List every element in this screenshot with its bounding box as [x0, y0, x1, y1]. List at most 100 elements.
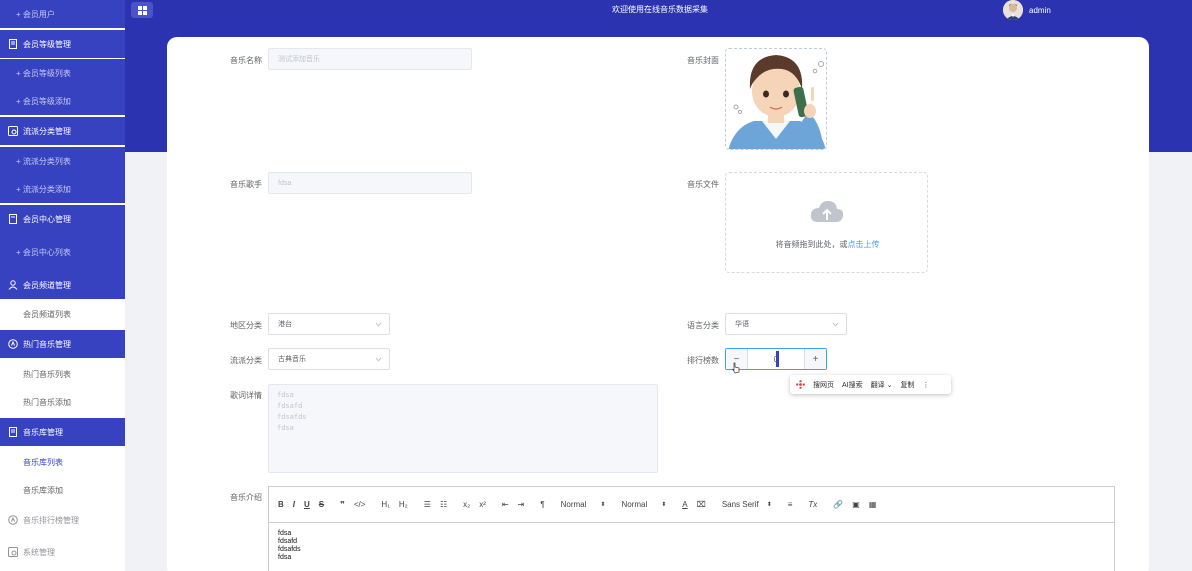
sidebar-item-hot-music-manage[interactable]: 热门音乐管理	[0, 330, 125, 358]
sidebar-item-member-channel-list[interactable]: 会员频道列表	[0, 300, 125, 328]
editor-line: fdsafd	[278, 538, 298, 545]
language-select[interactable]: 华语	[725, 313, 847, 335]
subscript-button[interactable]: x₂	[463, 500, 470, 509]
genre-select[interactable]: 古典音乐	[268, 348, 390, 370]
link-button[interactable]: 🔗	[833, 500, 843, 509]
avatar[interactable]	[1003, 0, 1023, 20]
mouse-pointer-icon	[732, 362, 740, 374]
lyrics-line: fdsafds	[277, 413, 307, 421]
sidebar-item-genre-manage[interactable]: 流派分类管理	[0, 117, 125, 145]
indent-button[interactable]: ⇥	[518, 500, 525, 509]
singer-input[interactable]: fdsa	[268, 172, 472, 194]
lyrics-label: 歌词详情	[230, 391, 262, 400]
sidebar-item-music-library-manage[interactable]: 音乐库管理	[0, 418, 125, 446]
text-direction-button[interactable]: ¶	[540, 500, 544, 509]
sidebar-item-member-center-list[interactable]: + 会员中心列表	[0, 233, 125, 271]
popup-translate[interactable]: 翻译 ⌄	[871, 380, 893, 390]
music-file-dropzone[interactable]: 将音频拖到此处，或点击上传	[725, 172, 928, 273]
upload-hint: 将音频拖到此处，或点击上传	[726, 239, 929, 250]
ordered-list-button[interactable]: ☰	[424, 500, 431, 509]
language-select-value: 华语	[735, 321, 749, 328]
sidebar-item-system-manage[interactable]: 系统管理	[0, 538, 125, 566]
sidebar-item-ranking-manage[interactable]: 音乐排行榜管理	[0, 506, 125, 534]
intro-rich-editor[interactable]: B I U S ❞ </> H₁ H₂ ☰ ☷ x₂ x² ⇤ ⇥ ¶ Norm…	[268, 486, 1115, 571]
superscript-button[interactable]: x²	[479, 500, 486, 509]
sidebar-item-label: + 会员等级列表	[16, 68, 71, 78]
font-select[interactable]: Sans Serif ⬍	[722, 500, 772, 509]
font-color-button[interactable]: A	[682, 500, 687, 509]
popup-search-web[interactable]: 搜网页	[813, 380, 834, 390]
music-name-input[interactable]: 测试添加音乐	[268, 48, 472, 70]
header1-button[interactable]: H₁	[381, 500, 389, 509]
app-logo-icon	[796, 380, 805, 389]
sidebar-item-music-library-add[interactable]: 音乐库添加	[0, 476, 125, 504]
sidebar-item-member-channel-manage[interactable]: 会员频道管理	[0, 271, 125, 299]
upload-hint-text: 将音频拖到此处，或	[775, 240, 848, 249]
image-button[interactable]: ▣	[852, 500, 860, 509]
grid-icon	[137, 5, 147, 15]
sidebar-item-label: 音乐库添加	[23, 485, 63, 495]
popup-more[interactable]: ⋮	[922, 381, 929, 389]
intro-label: 音乐介绍	[230, 493, 262, 502]
sidebar-item-label: 热门音乐管理	[23, 339, 71, 349]
genre-label: 流派分类	[230, 356, 262, 365]
strike-button[interactable]: S	[319, 500, 324, 509]
rank-label: 排行榜数	[687, 356, 719, 365]
selection-popup: 搜网页 AI搜索 翻译 ⌄ 复制 ⋮	[790, 375, 951, 394]
sidebar-item-label: 会员频道管理	[23, 280, 71, 290]
singer-label: 音乐歌手	[230, 180, 262, 189]
sidebar-item-member-user[interactable]: + 会员用户	[0, 0, 125, 28]
editor-line: fdsa	[278, 530, 292, 537]
menu-toggle-button[interactable]	[131, 2, 153, 18]
sidebar-item-member-level-add[interactable]: + 会员等级添加	[0, 87, 125, 115]
chevron-down-icon	[375, 322, 382, 327]
underline-button[interactable]: U	[304, 500, 310, 509]
lyrics-line: fdsafd	[277, 402, 303, 410]
increase-button[interactable]: +	[804, 349, 826, 369]
user-name[interactable]: admin	[1029, 6, 1051, 15]
align-button[interactable]: ≡	[788, 500, 793, 509]
updown-icon: ⬍	[600, 502, 606, 508]
sidebar-item-label: 流派分类管理	[23, 126, 71, 136]
background-color-button[interactable]: ⌧	[697, 500, 706, 509]
music-icon	[8, 339, 18, 349]
editor-toolbar: B I U S ❞ </> H₁ H₂ ☰ ☷ x₂ x² ⇤ ⇥ ¶ Norm…	[269, 487, 1114, 523]
upload-link[interactable]: 点击上传	[848, 240, 880, 249]
region-select[interactable]: 港台	[268, 313, 390, 335]
header2-button[interactable]: H₂	[399, 500, 408, 509]
sidebar-item-label: 会员中心管理	[23, 214, 71, 224]
file-label: 音乐文件	[687, 180, 719, 189]
sidebar-item-genre-list[interactable]: + 流派分类列表	[0, 147, 125, 175]
clear-format-button[interactable]: Tx	[808, 500, 817, 509]
sidebar-item-music-library-list[interactable]: 音乐库列表	[0, 448, 125, 476]
size-select[interactable]: Normal ⬍	[561, 500, 606, 509]
sidebar-item-label: + 会员用户	[16, 9, 55, 19]
bullet-list-button[interactable]: ☷	[440, 500, 447, 509]
sidebar-item-member-center-manage[interactable]: 会员中心管理	[0, 205, 125, 233]
outdent-button[interactable]: ⇤	[502, 500, 509, 509]
blockquote-button[interactable]: ❞	[340, 500, 345, 509]
category-icon	[8, 126, 18, 136]
bold-button[interactable]: B	[278, 500, 284, 509]
popup-ai-search[interactable]: AI搜索	[842, 380, 863, 390]
sidebar-item-genre-add[interactable]: + 流派分类添加	[0, 175, 125, 203]
text-caret	[776, 351, 779, 367]
sidebar-item-label: 会员频道列表	[23, 309, 71, 319]
sidebar-item-hot-music-add[interactable]: 热门音乐添加	[0, 388, 125, 416]
cloud-upload-icon	[810, 201, 844, 222]
popup-copy[interactable]: 复制	[900, 380, 914, 390]
sidebar-item-label: 会员等级管理	[23, 39, 71, 49]
code-block-button[interactable]: </>	[354, 500, 366, 509]
chevron-down-icon	[832, 322, 839, 327]
sidebar-item-label: + 会员等级添加	[16, 96, 71, 106]
lyrics-textarea[interactable]: fdsa fdsafd fdsafds fdsa	[268, 384, 658, 473]
sidebar-item-member-level-list[interactable]: + 会员等级列表	[0, 59, 125, 87]
editor-content[interactable]: fdsa fdsafd fdsafds fdsa	[269, 523, 1114, 569]
video-button[interactable]: ▦	[869, 500, 877, 509]
header-select[interactable]: Normal ⬍	[621, 500, 666, 509]
document-icon	[8, 39, 18, 49]
sidebar-item-member-level-manage[interactable]: 会员等级管理	[0, 30, 125, 58]
cover-image-uploader[interactable]	[725, 48, 827, 150]
italic-button[interactable]: I	[293, 500, 295, 509]
sidebar-item-hot-music-list[interactable]: 热门音乐列表	[0, 360, 125, 388]
